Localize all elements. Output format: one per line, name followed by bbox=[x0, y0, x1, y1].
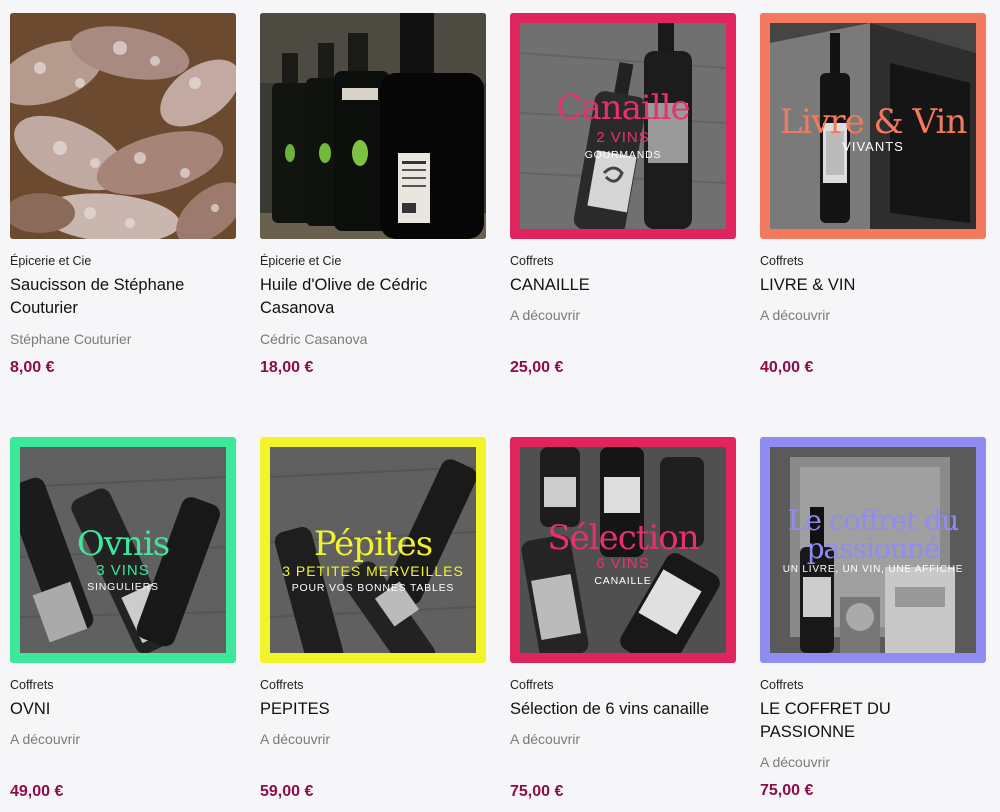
product-title[interactable]: Huile d'Olive de Cédric Casanova bbox=[260, 274, 486, 320]
overlay-subtitle: VIVANTS bbox=[842, 139, 904, 154]
product-price: 75,00 € bbox=[760, 782, 814, 799]
product-image[interactable] bbox=[10, 13, 236, 239]
overlay-title: Sélection bbox=[547, 518, 699, 558]
product-category: Coffrets bbox=[260, 678, 304, 692]
overlay-subtitle: 3 PETITES MERVEILLES bbox=[282, 563, 464, 579]
product-title[interactable]: Saucisson de Stéphane Couturier bbox=[10, 274, 236, 320]
product-title[interactable]: Sélection de 6 vins canaille bbox=[510, 698, 736, 721]
overlay-subtitle: 2 VINS bbox=[596, 129, 650, 146]
product-vendor: A découvrir bbox=[10, 731, 81, 747]
olive-oil-photo bbox=[260, 13, 486, 239]
product-title[interactable]: LE COFFRET DU PASSIONNE bbox=[760, 698, 986, 744]
product-category: Épicerie et Cie bbox=[260, 254, 342, 268]
overlay-subtitle: UN LIVRE, UN VIN, UNE AFFICHE bbox=[782, 564, 964, 575]
overlay-subtitle: 3 VINS bbox=[96, 562, 150, 579]
product-image[interactable]: Ovnis 3 VINS SINGULIERS bbox=[10, 437, 236, 663]
product-vendor: A découvrir bbox=[510, 307, 581, 323]
product-title[interactable]: PEPITES bbox=[260, 698, 486, 721]
product-category: Coffrets bbox=[510, 254, 554, 268]
product-image[interactable]: Sélection 6 VINS CANAILLE bbox=[510, 437, 736, 663]
product-vendor: Stéphane Couturier bbox=[10, 331, 132, 347]
product-category: Coffrets bbox=[10, 678, 54, 692]
product-price: 75,00 € bbox=[510, 783, 564, 800]
product-price: 8,00 € bbox=[10, 359, 55, 376]
product-category: Coffrets bbox=[760, 678, 804, 692]
product-category: Coffrets bbox=[510, 678, 554, 692]
product-price: 25,00 € bbox=[510, 359, 564, 376]
product-category: Coffrets bbox=[760, 254, 804, 268]
saucisson-photo bbox=[10, 13, 236, 239]
overlay-title: Pépites bbox=[313, 524, 433, 564]
overlay-subtitle-2: POUR VOS BONNES TABLES bbox=[291, 582, 455, 594]
product-image[interactable]: Le coffret du passionné UN LIVRE, UN VIN… bbox=[760, 437, 986, 663]
overlay-title: Le coffret du passionné bbox=[787, 504, 959, 565]
product-price: 49,00 € bbox=[10, 783, 64, 800]
overlay-title: Ovnis bbox=[76, 524, 170, 564]
product-image[interactable]: Canaille 2 VINS GOURMANDS bbox=[510, 13, 736, 239]
product-vendor: Cédric Casanova bbox=[260, 331, 368, 347]
overlay-title: Livre & Vin bbox=[779, 102, 968, 142]
product-vendor: A découvrir bbox=[760, 754, 831, 770]
product-title[interactable]: LIVRE & VIN bbox=[760, 274, 986, 297]
overlay-subtitle: 6 VINS bbox=[596, 555, 650, 572]
overlay-subtitle-2: SINGULIERS bbox=[87, 581, 159, 593]
product-price: 40,00 € bbox=[760, 359, 814, 376]
overlay-title: Canaille bbox=[556, 88, 690, 128]
product-price: 59,00 € bbox=[260, 783, 314, 800]
product-vendor: A découvrir bbox=[260, 731, 331, 747]
product-image[interactable]: Pépites 3 PETITES MERVEILLES POUR VOS BO… bbox=[260, 437, 486, 663]
product-vendor: A découvrir bbox=[510, 731, 581, 747]
product-title[interactable]: OVNI bbox=[10, 698, 236, 721]
overlay-subtitle-2: CANAILLE bbox=[594, 575, 652, 587]
product-image[interactable]: Livre & Vin VIVANTS bbox=[760, 13, 986, 239]
product-vendor: A découvrir bbox=[760, 307, 831, 323]
product-title[interactable]: CANAILLE bbox=[510, 274, 736, 297]
product-price: 18,00 € bbox=[260, 359, 314, 376]
overlay-subtitle-2: GOURMANDS bbox=[584, 149, 662, 161]
product-category: Épicerie et Cie bbox=[10, 254, 92, 268]
product-image[interactable] bbox=[260, 13, 486, 239]
